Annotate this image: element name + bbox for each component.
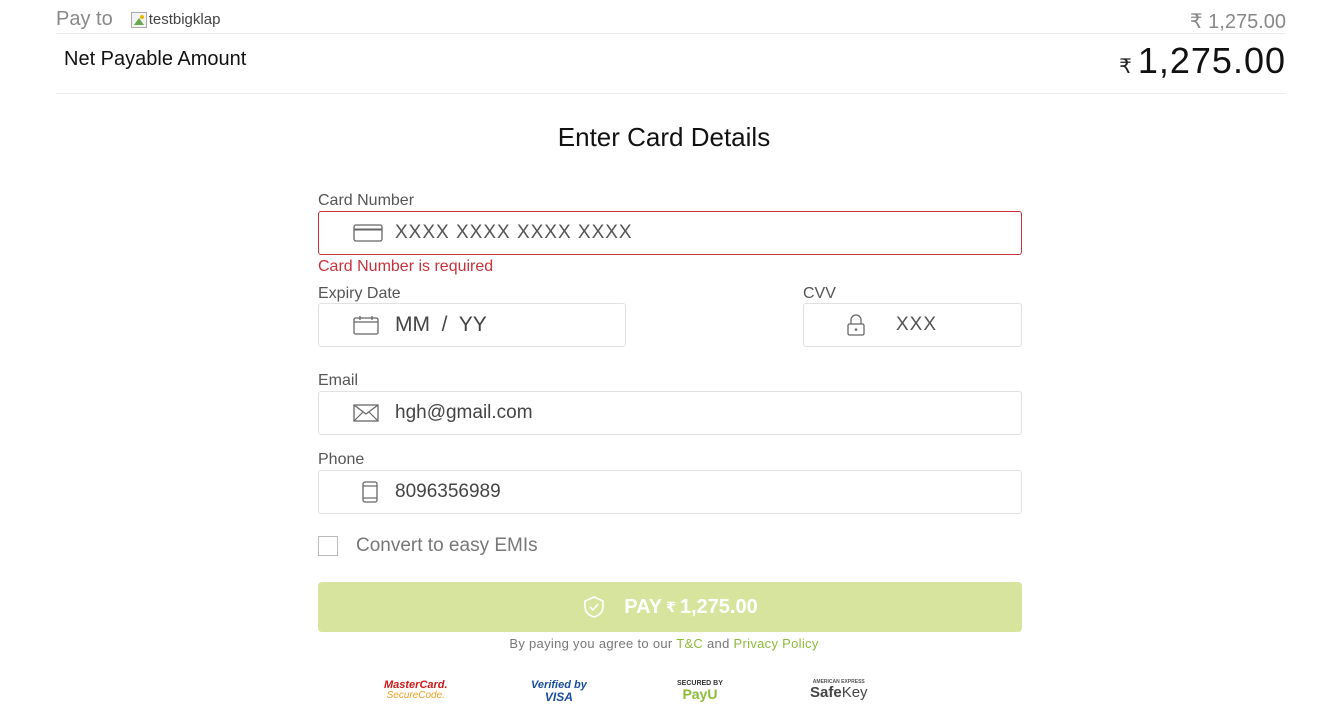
broken-image-icon — [130, 11, 147, 28]
visa-bottom: VISA — [544, 690, 573, 704]
secured-by-payu-logo: SECURED BY PayU — [677, 680, 723, 701]
security-badges: MasterCard. SecureCode. Verified by VISA… — [0, 680, 1328, 705]
email-value: hgh@gmail.com — [395, 402, 533, 423]
pay-button-amount: 1,275.00 — [679, 595, 758, 618]
lock-icon — [846, 313, 880, 337]
safekey-safe: Safe — [810, 684, 842, 701]
mastercard-securecode-logo: MasterCard. SecureCode. — [384, 680, 448, 701]
pay-button-currency: ₹ — [666, 598, 676, 615]
terms-middle: and — [703, 636, 734, 651]
merchant-name: testbigklap — [148, 11, 221, 28]
phone-icon — [361, 480, 387, 504]
card-number-input[interactable]: XXXX XXXX XXXX XXXX — [318, 211, 1022, 255]
cvv-input[interactable]: XXX — [803, 303, 1022, 347]
emi-checkbox[interactable] — [318, 536, 338, 556]
mastercard-bottom: SecureCode. — [386, 690, 445, 701]
terms-text: By paying you agree to our T&C and Priva… — [0, 636, 1328, 651]
cvv-placeholder: XXX — [896, 314, 938, 335]
safekey-key: Key — [841, 684, 868, 701]
form-title: Enter Card Details — [557, 122, 771, 152]
terms-prefix: By paying you agree to our — [509, 636, 677, 651]
safekey-text: SafeKey — [810, 685, 868, 700]
net-payable-row: Net Payable Amount ₹ 1,275.00 — [56, 38, 1286, 94]
net-payable-value: 1,275.00 — [1137, 40, 1286, 81]
calendar-icon — [353, 313, 387, 337]
pay-to-row: Pay to testbigklap ₹ 1,275.00 — [56, 6, 1286, 34]
expiry-date-label: Expiry Date — [318, 285, 401, 302]
phone-label: Phone — [318, 451, 365, 468]
pay-button[interactable]: PAY ₹ 1,275.00 — [318, 582, 1022, 632]
privacy-policy-link[interactable]: Privacy Policy — [734, 636, 819, 651]
cvv-label: CVV — [803, 285, 836, 302]
amex-safekey-logo: AMERICAN EXPRESS SafeKey — [810, 680, 868, 701]
phone-value: 8096356989 — [395, 481, 501, 502]
pay-amount: ₹ 1,275.00 — [1189, 11, 1286, 33]
email-input[interactable]: hgh@gmail.com — [318, 391, 1022, 435]
emi-label: Convert to easy EMIs — [356, 535, 538, 556]
card-number-placeholder: XXXX XXXX XXXX XXXX — [395, 222, 633, 243]
expiry-placeholder: MM / YY — [395, 313, 487, 336]
pay-to: Pay to testbigklap — [56, 8, 220, 31]
net-payable-label: Net Payable Amount — [64, 48, 247, 70]
pay-to-label: Pay to — [56, 8, 113, 30]
email-label: Email — [318, 372, 359, 389]
shield-check-icon — [582, 595, 606, 619]
card-number-label: Card Number — [318, 192, 415, 209]
tnc-link[interactable]: T&C — [676, 636, 703, 651]
emi-option[interactable]: Convert to easy EMIs — [318, 535, 538, 557]
payu-bottom: PayU — [682, 686, 718, 702]
phone-input[interactable]: 8096356989 — [318, 470, 1022, 514]
net-payable-amount: ₹ 1,275.00 — [1119, 40, 1286, 82]
mail-icon — [353, 401, 387, 425]
verified-by-visa-logo: Verified by VISA — [531, 680, 587, 704]
expiry-date-input[interactable]: MM / YY — [318, 303, 626, 347]
card-number-error: Card Number is required — [318, 258, 494, 275]
pay-button-label: PAY — [624, 595, 663, 618]
merchant-logo: testbigklap — [130, 11, 221, 28]
currency-symbol: ₹ — [1119, 56, 1132, 78]
credit-card-icon — [353, 221, 387, 245]
